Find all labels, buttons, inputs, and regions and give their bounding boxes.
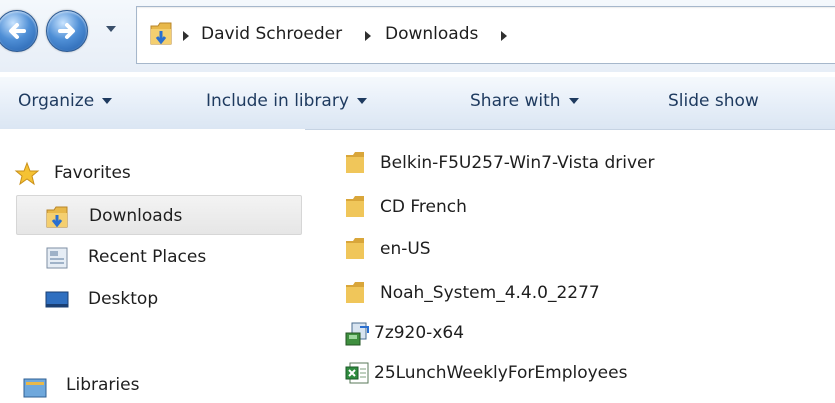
share-with-menu[interactable]: Share with [470, 91, 579, 111]
forward-button[interactable] [46, 10, 88, 52]
breadcrumb-separator-icon[interactable] [365, 31, 371, 41]
file-name: Noah_System_4.4.0_2277 [380, 283, 600, 303]
organize-menu[interactable]: Organize [18, 91, 113, 111]
sidebar-item-label: Downloads [89, 206, 183, 226]
navigation-pane: Favorites Downloads Recent Places Deskto… [0, 129, 305, 398]
chevron-down-icon [568, 98, 579, 104]
sidebar-item-recent-places[interactable]: Recent Places [16, 237, 300, 275]
address-box[interactable]: David Schroeder Downloads [136, 6, 835, 64]
file-name: Belkin-F5U257-Win7-Vista driver [380, 153, 655, 173]
command-bar: Organize Include in library Share with S… [0, 76, 835, 130]
libraries-icon [23, 378, 47, 398]
sidebar-libraries-label: Libraries [66, 375, 140, 395]
breadcrumb-separator-icon[interactable] [183, 31, 189, 41]
breadcrumb-downloads[interactable]: Downloads [385, 24, 478, 44]
breadcrumb-user[interactable]: David Schroeder [201, 24, 342, 44]
include-in-library-menu[interactable]: Include in library [206, 91, 367, 111]
file-name: CD French [380, 197, 467, 217]
sidebar-item-favorites[interactable]: Favorites [14, 153, 294, 191]
include-in-library-label: Include in library [206, 91, 349, 111]
address-bar-area: David Schroeder Downloads [0, 0, 835, 72]
slide-show-label: Slide show [668, 91, 759, 111]
folder-icon [346, 196, 364, 217]
share-with-label: Share with [470, 91, 561, 111]
folder-icon [346, 238, 364, 259]
sidebar-item-libraries[interactable]: Libraries [16, 365, 300, 403]
desktop-icon [45, 291, 69, 308]
back-button[interactable] [0, 10, 38, 52]
folder-icon [346, 152, 364, 173]
spreadsheet-icon [345, 362, 369, 384]
downloads-folder-icon [150, 22, 172, 45]
file-name: en-US [380, 239, 431, 259]
sidebar-item-label: Recent Places [88, 247, 207, 267]
recent-places-icon [46, 247, 68, 269]
list-item[interactable]: 25LunchWeeklyForEmployees [344, 355, 764, 387]
sidebar-item-label: Desktop [88, 289, 159, 309]
chevron-down-icon [356, 98, 367, 104]
recent-pages-dropdown-icon[interactable] [104, 22, 118, 36]
list-item[interactable]: en-US [344, 231, 644, 263]
arrow-right-icon [58, 23, 75, 39]
chevron-down-icon [102, 98, 113, 104]
sidebar-item-downloads[interactable]: Downloads [16, 195, 302, 235]
file-list: Belkin-F5U257-Win7-Vista driver CD Frenc… [306, 129, 835, 390]
breadcrumb-separator-icon[interactable] [501, 31, 507, 41]
list-item[interactable]: Belkin-F5U257-Win7-Vista driver [344, 145, 764, 177]
list-item[interactable]: Noah_System_4.4.0_2277 [344, 275, 744, 307]
slide-show-button[interactable]: Slide show [668, 91, 759, 111]
organize-label: Organize [18, 91, 95, 111]
sidebar-favorites-label: Favorites [54, 163, 131, 183]
star-icon [14, 161, 40, 186]
folder-icon [346, 282, 364, 303]
downloads-folder-icon [46, 206, 68, 228]
list-item[interactable]: CD French [344, 189, 644, 221]
arrow-left-icon [9, 23, 26, 39]
list-item[interactable]: 7z920-x64 [344, 315, 644, 347]
installer-icon [345, 322, 369, 346]
file-name: 25LunchWeeklyForEmployees [374, 363, 628, 383]
file-name: 7z920-x64 [374, 323, 465, 343]
sidebar-item-desktop[interactable]: Desktop [16, 279, 300, 317]
